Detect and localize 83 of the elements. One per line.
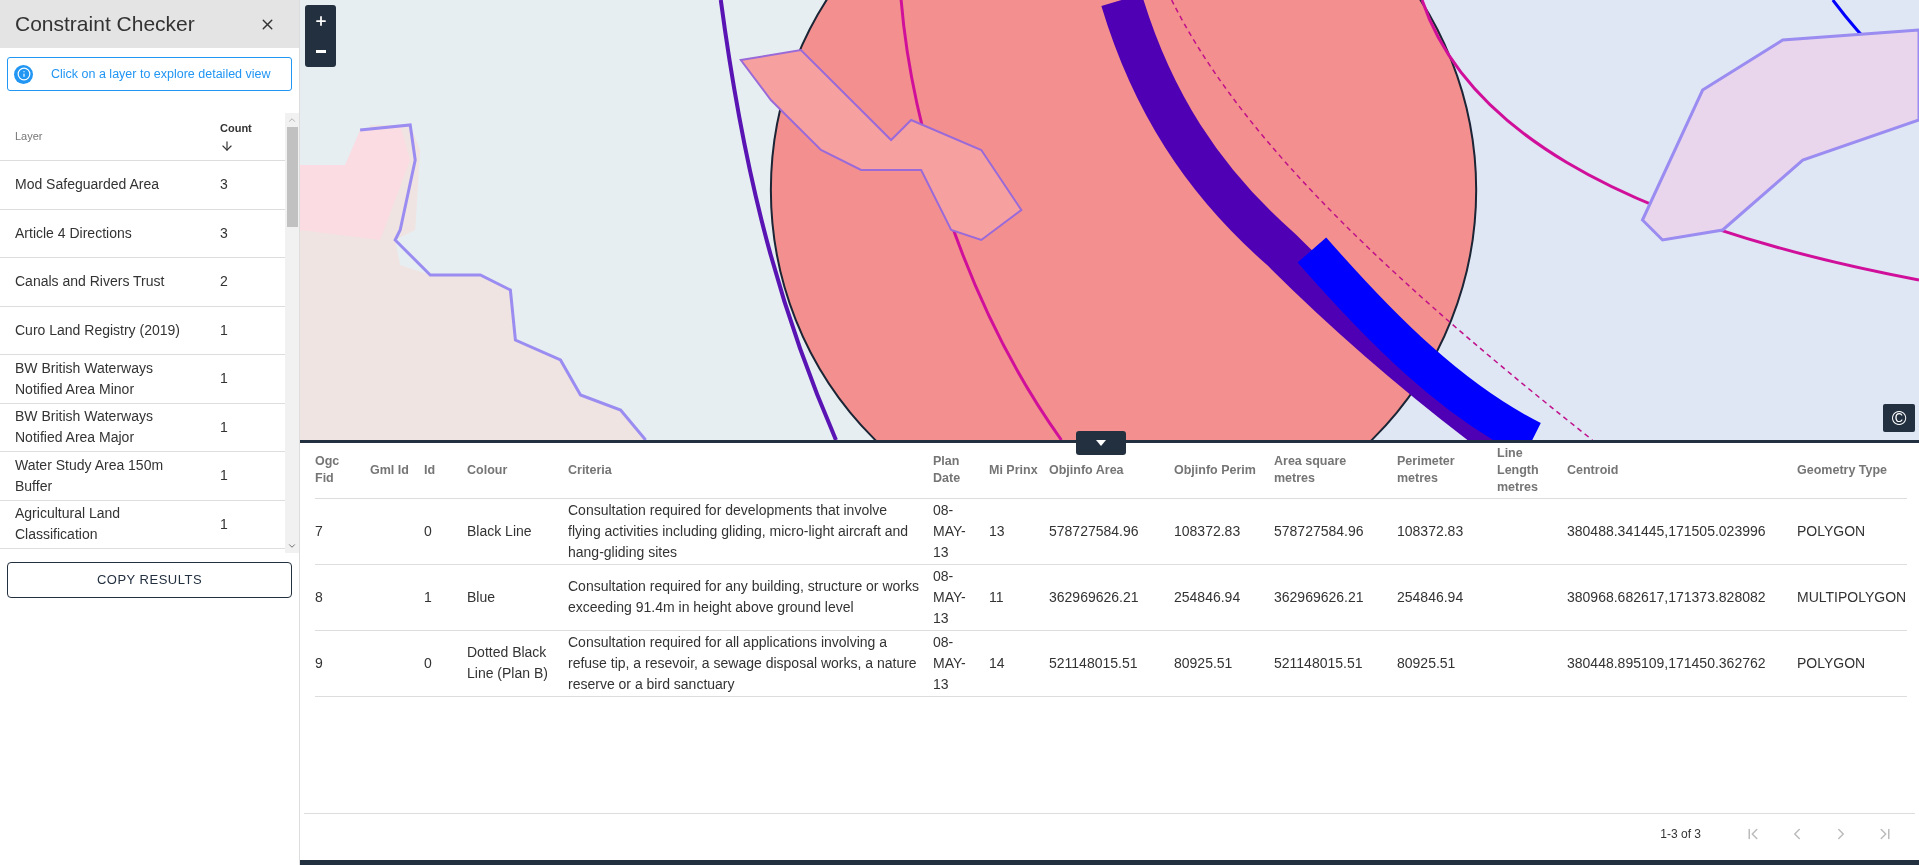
table-cell: 380488.341445,171505.023996 [1567,522,1766,539]
copy-results-button[interactable]: COPY RESULTS [7,562,292,598]
column-header[interactable]: Mi Prinx [989,443,1049,498]
layer-name: Curo Land Registry (2019) [14,320,181,340]
plus-icon [313,13,328,28]
layer-name: Mod Safeguarded Area [14,175,160,195]
table-cell: 9 [315,654,323,671]
scrollbar-thumb[interactable] [286,127,298,227]
collapse-tab[interactable] [1076,431,1126,455]
table-cell: 578727584.96 [1274,522,1364,539]
panel-title: Constraint Checker [15,11,195,38]
pagination-range: 1-3 of 3 [1660,825,1701,843]
column-header[interactable]: Colour [467,443,568,498]
column-header[interactable]: Geometry Type [1797,443,1907,498]
table-cell: 14 [989,654,1005,671]
column-header[interactable]: Perimeter metres [1397,443,1497,498]
scrollbar[interactable] [285,113,299,553]
table-cell: 362969626.21 [1049,588,1139,605]
table-cell: 380448.895109,171450.362762 [1567,654,1766,671]
column-header[interactable]: Objinfo Area [1049,443,1174,498]
layer-count: 1 [220,466,228,486]
table-cell: 08-MAY-13 [933,633,966,692]
table-cell: 380968.682617,171373.828082 [1567,588,1766,605]
layer-name: Article 4 Directions [14,223,133,243]
table-cell: Consultation required for all applications involving a refuse tip, a resevoir, a sewage disposal works, a nature reserve or a bird sanctuary [568,633,917,692]
layer-name: Canals and Rivers Trust [14,272,166,292]
column-header[interactable]: Objinfo Perim [1174,443,1274,498]
table-cell: 8 [315,588,323,605]
layer-count: 1 [220,320,228,340]
table-cell: POLYGON [1797,654,1866,671]
table-cell: Dotted Black Line (Plan B) [467,644,548,681]
info-text: Click on a layer to explore detailed view [51,65,271,83]
column-header[interactable]: Ogc Fid [315,443,370,498]
column-header[interactable]: Plan Date [933,443,989,498]
table-cell: 108372.83 [1174,522,1241,539]
table-cell: 08-MAY-13 [933,567,966,626]
info-icon [14,64,33,84]
column-header[interactable]: Line Length metres [1497,443,1567,498]
table-cell: 521148015.51 [1274,654,1363,671]
layer-name: BW British Waterways Notified Area Minor [14,358,154,399]
table-cell: 0 [424,522,432,539]
table-cell: 578727584.96 [1049,522,1139,539]
column-header[interactable]: Criteria [568,443,933,498]
layer-count: 3 [220,175,228,195]
table-cell: MULTIPOLYGON [1797,588,1907,605]
table-cell: 1 [424,588,432,605]
scroll-up-icon[interactable] [287,115,297,125]
column-header[interactable]: Count [220,120,285,153]
column-header[interactable]: Area square metres [1274,443,1397,498]
table-cell: 13 [989,522,1005,539]
table-cell: 80925.51 [1174,654,1233,671]
table-cell: 11 [989,588,1004,605]
column-header[interactable]: Id [424,443,467,498]
column-header[interactable]: Gml Id [370,443,424,498]
table-cell: Black Line [467,522,532,539]
sort-arrow-icon [220,138,234,153]
table-cell: Consultation required for developments that involve flying activities including gliding, micro-light aircraft and hang-gliding sites [568,501,909,560]
table-cell: 521148015.51 [1049,654,1138,671]
column-header[interactable]: Centroid [1567,443,1797,498]
table-cell: 254846.94 [1397,588,1464,605]
layer-count: 1 [220,514,228,534]
table-cell: POLYGON [1797,522,1866,539]
table-cell: 362969626.21 [1274,588,1364,605]
layer-name: Water Study Area 150m Buffer [14,455,165,496]
table-cell: Blue [467,588,496,605]
layer-count: 1 [220,417,228,437]
table-cell: 7 [315,522,323,539]
layer-count: 1 [220,369,228,389]
table-cell: 108372.83 [1397,522,1464,539]
layer-count: 2 [220,272,228,292]
attribution-button[interactable]: © [1883,404,1915,432]
table-cell: 254846.94 [1174,588,1241,605]
table-cell: Consultation required for any building, structure or works exceeding 91.4m in height above ground level [568,578,919,615]
minus-icon [315,50,326,53]
table-cell: 08-MAY-13 [933,501,966,560]
layer-count: 3 [220,223,228,243]
table-cell: 80925.51 [1397,654,1456,671]
scroll-down-icon[interactable] [287,541,297,551]
layer-name: Agricultural Land Classification [14,504,122,545]
map[interactable]: © [300,0,1919,440]
column-header[interactable]: Layer [0,128,220,145]
layer-name: BW British Waterways Notified Area Major [14,407,154,448]
table-cell: 0 [424,654,432,671]
